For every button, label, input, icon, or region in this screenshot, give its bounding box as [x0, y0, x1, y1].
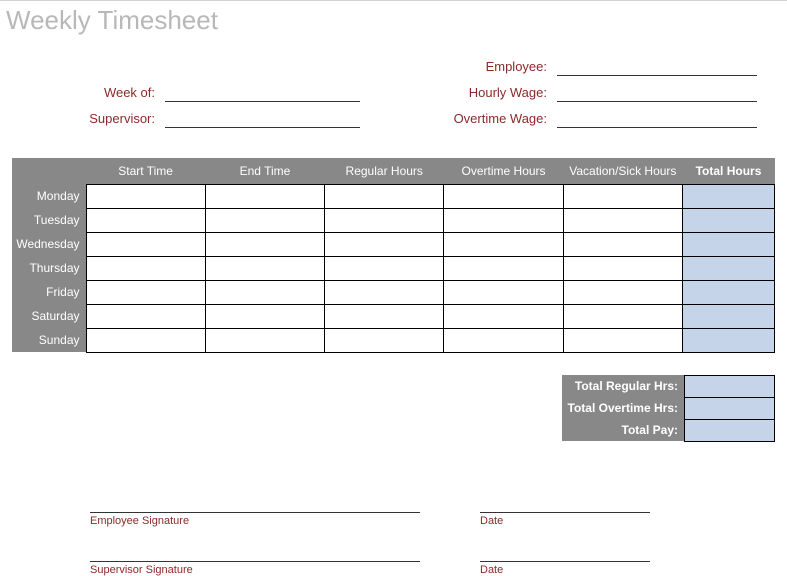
hours-cell[interactable]: [205, 208, 324, 232]
hours-cell[interactable]: [563, 232, 682, 256]
overtime-wage-input[interactable]: [557, 110, 757, 128]
supervisor-input[interactable]: [165, 110, 360, 128]
supervisor-signature-label: Supervisor Signature: [90, 562, 420, 576]
employee-input[interactable]: [557, 58, 757, 76]
table-corner: [12, 158, 86, 184]
hours-cell[interactable]: [563, 256, 682, 280]
day-label: Friday: [12, 280, 86, 304]
col-overtime-hours: Overtime Hours: [444, 158, 563, 184]
hours-cell[interactable]: [325, 256, 444, 280]
supervisor-signature-line[interactable]: Supervisor Signature: [90, 561, 420, 576]
hours-cell[interactable]: [563, 304, 682, 328]
week-of-input[interactable]: [165, 84, 360, 102]
day-label: Saturday: [12, 304, 86, 328]
hours-cell[interactable]: [444, 232, 563, 256]
day-label: Thursday: [12, 256, 86, 280]
supervisor-label: Supervisor:: [89, 111, 159, 128]
hours-cell[interactable]: [86, 304, 205, 328]
table-row: Friday: [12, 280, 775, 304]
total-overtime-value[interactable]: [685, 397, 775, 419]
employee-signature-label: Employee Signature: [90, 513, 420, 527]
supervisor-date-label: Date: [480, 562, 650, 576]
hours-cell[interactable]: [205, 256, 324, 280]
hours-cell[interactable]: [205, 232, 324, 256]
hours-cell[interactable]: [86, 328, 205, 352]
day-label: Wednesday: [12, 232, 86, 256]
hours-cell[interactable]: [205, 328, 324, 352]
header-fields: Employee: Week of: Hourly Wage: Supervis…: [0, 36, 787, 138]
signatures: Employee Signature Date Supervisor Signa…: [0, 442, 787, 576]
total-regular-value[interactable]: [685, 375, 775, 397]
table-row: Thursday: [12, 256, 775, 280]
total-hours-cell[interactable]: [683, 232, 775, 256]
hours-cell[interactable]: [563, 328, 682, 352]
hours-cell[interactable]: [563, 184, 682, 208]
hours-cell[interactable]: [325, 208, 444, 232]
col-end-time: End Time: [205, 158, 324, 184]
table-row: Monday: [12, 184, 775, 208]
total-pay-value[interactable]: [685, 419, 775, 441]
hours-cell[interactable]: [86, 256, 205, 280]
hours-cell[interactable]: [86, 208, 205, 232]
hours-cell[interactable]: [205, 304, 324, 328]
hours-cell[interactable]: [563, 280, 682, 304]
total-hours-cell[interactable]: [683, 328, 775, 352]
day-label: Tuesday: [12, 208, 86, 232]
hours-cell[interactable]: [444, 280, 563, 304]
hours-cell[interactable]: [86, 280, 205, 304]
hours-cell[interactable]: [325, 232, 444, 256]
page-title: Weekly Timesheet: [0, 1, 787, 36]
hours-cell[interactable]: [325, 328, 444, 352]
total-hours-cell[interactable]: [683, 304, 775, 328]
supervisor-date-line[interactable]: Date: [480, 561, 650, 576]
hours-cell[interactable]: [444, 328, 563, 352]
hours-cell[interactable]: [325, 280, 444, 304]
hours-cell[interactable]: [444, 184, 563, 208]
total-pay-label: Total Pay:: [562, 419, 685, 441]
hours-cell[interactable]: [205, 184, 324, 208]
employee-date-label: Date: [480, 513, 650, 527]
total-hours-cell[interactable]: [683, 184, 775, 208]
table-row: Wednesday: [12, 232, 775, 256]
day-label: Monday: [12, 184, 86, 208]
hours-cell[interactable]: [444, 208, 563, 232]
employee-date-line[interactable]: Date: [480, 512, 650, 527]
col-start-time: Start Time: [86, 158, 205, 184]
employee-label: Employee:: [486, 59, 551, 76]
col-regular-hours: Regular Hours: [325, 158, 444, 184]
hours-cell[interactable]: [325, 304, 444, 328]
total-hours-cell[interactable]: [683, 280, 775, 304]
col-vacation-hours: Vacation/Sick Hours: [563, 158, 682, 184]
hours-cell[interactable]: [205, 280, 324, 304]
total-overtime-label: Total Overtime Hrs:: [562, 397, 685, 419]
hours-cell[interactable]: [86, 184, 205, 208]
total-hours-cell[interactable]: [683, 256, 775, 280]
col-total-hours: Total Hours: [683, 158, 775, 184]
table-row: Sunday: [12, 328, 775, 352]
table-row: Saturday: [12, 304, 775, 328]
employee-signature-line[interactable]: Employee Signature: [90, 512, 420, 527]
overtime-wage-label: Overtime Wage:: [454, 111, 551, 128]
hourly-wage-label: Hourly Wage:: [469, 85, 551, 102]
timesheet-table: Start Time End Time Regular Hours Overti…: [12, 158, 775, 353]
hours-cell[interactable]: [444, 256, 563, 280]
hours-cell[interactable]: [563, 208, 682, 232]
hours-cell[interactable]: [86, 232, 205, 256]
table-row: Tuesday: [12, 208, 775, 232]
total-hours-cell[interactable]: [683, 208, 775, 232]
hourly-wage-input[interactable]: [557, 84, 757, 102]
totals-block: Total Regular Hrs: Total Overtime Hrs: T…: [562, 375, 775, 442]
hours-cell[interactable]: [444, 304, 563, 328]
hours-cell[interactable]: [325, 184, 444, 208]
week-of-label: Week of:: [104, 85, 159, 102]
total-regular-label: Total Regular Hrs:: [562, 375, 685, 397]
day-label: Sunday: [12, 328, 86, 352]
